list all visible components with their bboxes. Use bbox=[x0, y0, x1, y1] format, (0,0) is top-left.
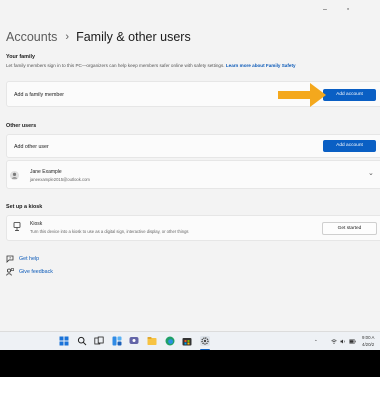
tray-chevron-icon[interactable]: ⌃ bbox=[314, 339, 318, 345]
maximize-button[interactable]: ▫ bbox=[343, 6, 353, 14]
volume-icon[interactable] bbox=[340, 339, 346, 344]
title-bar: – ▫ bbox=[0, 0, 380, 22]
your-family-description: Let family members sign in to this PC—or… bbox=[6, 63, 296, 68]
task-view-icon[interactable] bbox=[94, 336, 104, 346]
feedback-icon bbox=[6, 268, 14, 276]
search-icon[interactable] bbox=[77, 336, 87, 346]
clock-date[interactable]: 4/20/2 bbox=[362, 342, 374, 347]
other-users-heading: Other users bbox=[6, 123, 37, 129]
microsoft-store-icon[interactable] bbox=[182, 336, 192, 346]
clock-time[interactable]: 9:00 A bbox=[362, 335, 374, 340]
user-name: Jane Example bbox=[30, 169, 62, 175]
edge-browser-icon[interactable] bbox=[165, 336, 175, 346]
settings-window: – ▫ Accounts › Family & other users Your… bbox=[0, 0, 380, 350]
family-description-text: Let family members sign in to this PC—or… bbox=[6, 63, 225, 68]
get-help-icon: ? bbox=[6, 255, 14, 263]
user-avatar-icon bbox=[10, 171, 19, 180]
chevron-down-icon[interactable]: ⌄ bbox=[368, 169, 374, 177]
svg-text:?: ? bbox=[9, 256, 11, 260]
give-feedback-link[interactable]: Give feedback bbox=[19, 269, 53, 275]
learn-more-family-safety-link[interactable]: Learn more about Family Safety bbox=[226, 63, 296, 68]
get-help-link[interactable]: Get help bbox=[19, 256, 39, 262]
widgets-icon[interactable] bbox=[112, 336, 122, 346]
kiosk-title: Kiosk bbox=[30, 221, 43, 227]
breadcrumb-separator-icon: › bbox=[65, 31, 70, 43]
add-other-user-label: Add other user bbox=[14, 144, 49, 150]
settings-icon[interactable] bbox=[200, 336, 210, 346]
background-area bbox=[0, 377, 380, 400]
kiosk-description: Turn this device into a kiosk to use as … bbox=[30, 229, 189, 234]
page-title: Family & other users bbox=[76, 30, 191, 44]
minimize-button[interactable]: – bbox=[320, 6, 330, 14]
kiosk-icon bbox=[13, 222, 21, 231]
add-family-member-label: Add a family member bbox=[14, 92, 65, 98]
battery-icon[interactable] bbox=[349, 339, 356, 344]
file-explorer-icon[interactable] bbox=[147, 336, 157, 346]
breadcrumb: Accounts › Family & other users bbox=[6, 28, 191, 46]
user-email: janeexample2015@outlook.com bbox=[30, 177, 90, 182]
breadcrumb-accounts[interactable]: Accounts bbox=[6, 30, 57, 44]
add-family-account-button[interactable]: Add account bbox=[323, 89, 376, 101]
user-account-row[interactable] bbox=[6, 160, 380, 189]
kiosk-card: Get started bbox=[6, 215, 380, 241]
windows-start-icon[interactable] bbox=[59, 336, 69, 346]
taskbar: ⌃ 9:00 A 4/20/2 bbox=[0, 331, 380, 350]
wifi-icon[interactable] bbox=[331, 339, 337, 344]
device-bezel bbox=[0, 350, 380, 377]
teams-chat-icon[interactable] bbox=[129, 336, 139, 346]
your-family-heading: Your family bbox=[6, 54, 35, 60]
add-other-account-button[interactable]: Add account bbox=[323, 140, 376, 152]
add-other-user-card: Add other user Add account bbox=[6, 134, 380, 158]
get-started-button[interactable]: Get started bbox=[322, 222, 377, 235]
pointer-arrow-icon bbox=[278, 83, 326, 107]
kiosk-heading: Set up a kiosk bbox=[6, 204, 43, 210]
